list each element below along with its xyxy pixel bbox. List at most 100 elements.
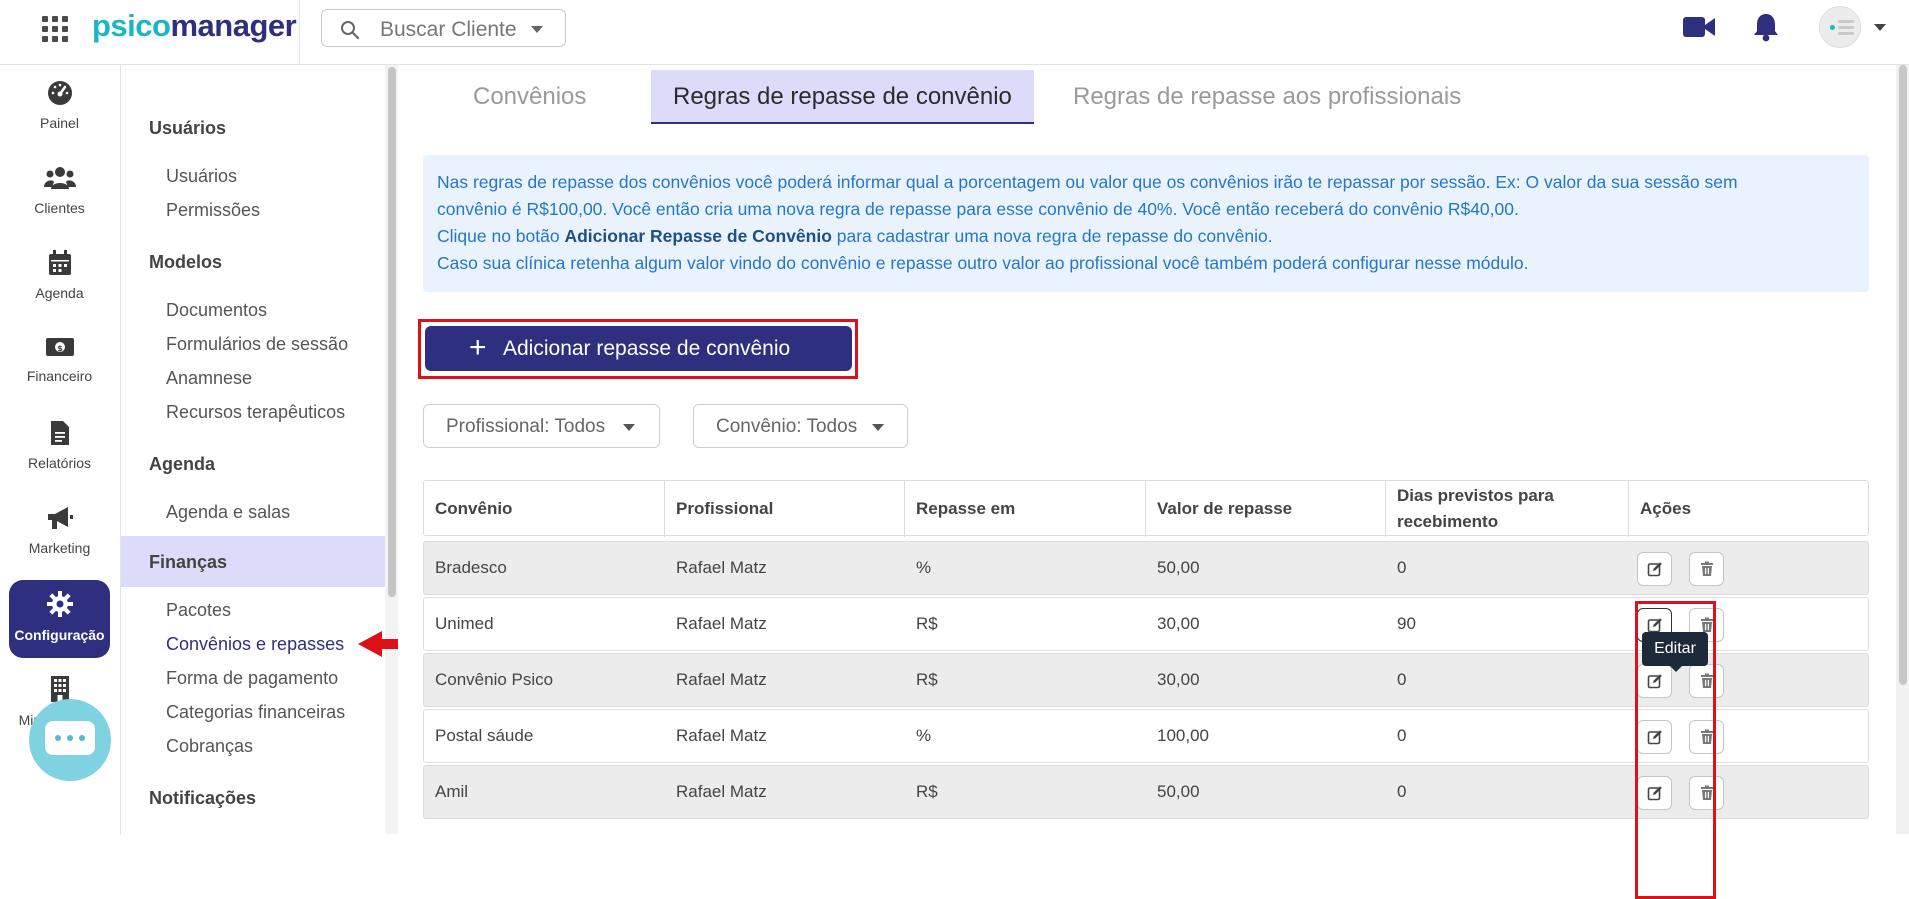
video-camera-icon[interactable] [1682, 14, 1716, 40]
submenu-link-anamnese[interactable]: Anamnese [166, 368, 252, 389]
app-logo[interactable]: psicomanager [92, 8, 297, 44]
tab-regras-repasse-profissionais[interactable]: Regras de repasse aos profissionais [1073, 70, 1461, 124]
delete-button[interactable] [1689, 552, 1724, 586]
cell-repasse-em: % [916, 558, 932, 577]
search-placeholder: Buscar Cliente [380, 18, 517, 41]
submenu-link-convenios-repasses[interactable]: Convênios e repasses [166, 634, 344, 655]
add-button-label: Adicionar repasse de convênio [503, 337, 791, 360]
svg-text:$: $ [57, 344, 63, 353]
chat-support-icon[interactable] [29, 699, 111, 781]
table-row: Bradesco Rafael Matz% 50,00 0 [423, 541, 1869, 595]
submenu-link-agenda-salas[interactable]: Agenda e salas [166, 502, 290, 523]
bell-icon[interactable] [1752, 12, 1780, 42]
cell-dias-previstos: 0 [1397, 558, 1407, 577]
plus-icon: + [469, 331, 487, 364]
info-line: Caso sua clínica retenha algum valor vin… [437, 253, 1529, 273]
cell-repasse-em: R$ [916, 614, 938, 633]
edit-tooltip: Editar [1642, 632, 1708, 672]
top-bar: psicomanager Buscar Cliente [0, 0, 1909, 65]
col-header-profissional[interactable]: Profissional [665, 481, 905, 537]
chevron-down-icon [623, 424, 635, 431]
cell-valor-repasse: 50,00 [1157, 558, 1200, 577]
submenu-link-permissoes[interactable]: Permissões [166, 200, 260, 221]
nav-clientes[interactable]: Clientes [9, 155, 110, 233]
submenu-scroll-thumb[interactable] [388, 67, 396, 597]
chevron-down-icon [531, 26, 543, 33]
cell-valor-repasse: 30,00 [1157, 614, 1200, 633]
cell-valor-repasse: 30,00 [1157, 670, 1200, 689]
cell-convenio: Unimed [435, 614, 494, 633]
nav-marketing[interactable]: Marketing [9, 495, 110, 573]
table-header: Convênio Profissional Repasse em Valor d… [423, 480, 1869, 537]
main-content: Convênios Regras de repasse de convênio … [398, 65, 1895, 899]
cell-profissional: Rafael Matz [676, 558, 767, 577]
submenu-link-pacotes[interactable]: Pacotes [166, 600, 231, 621]
add-repasse-convenio-button[interactable]: + Adicionar repasse de convênio [425, 326, 852, 371]
section-title-financas: Finanças [149, 552, 228, 572]
gear-icon [46, 591, 73, 617]
nav-relatorios[interactable]: Relatórios [9, 410, 110, 488]
col-header-convenio[interactable]: Convênio [424, 481, 665, 537]
cell-convenio: Amil [435, 782, 469, 801]
chevron-down-icon[interactable] [1874, 24, 1886, 31]
cell-profissional: Rafael Matz [676, 782, 767, 801]
submenu-link-cobrancas[interactable]: Cobranças [166, 736, 253, 757]
cell-profissional: Rafael Matz [676, 726, 767, 745]
tab-convenios[interactable]: Convênios [473, 70, 586, 124]
nav-financeiro[interactable]: $ Financeiro [9, 325, 110, 403]
section-title-usuarios: Usuários [149, 118, 227, 138]
submenu-link-formularios-sessao[interactable]: Formulários de sessão [166, 334, 348, 355]
submenu-link-recursos-terapeuticos[interactable]: Recursos terapêuticos [166, 402, 345, 423]
section-title-notificacoes: Notificações [149, 788, 257, 808]
col-header-repasse-em[interactable]: Repasse em [905, 481, 1146, 537]
cell-profissional: Rafael Matz [676, 670, 767, 689]
info-line: Nas regras de repasse dos convênios você… [437, 172, 1738, 192]
cell-convenio: Bradesco [435, 558, 507, 577]
info-line: Clique no botão Adicionar Repasse de Con… [437, 226, 1273, 246]
submenu-link-forma-pagamento[interactable]: Forma de pagamento [166, 668, 338, 689]
cell-repasse-em: R$ [916, 670, 938, 689]
cell-dias-previstos: 0 [1397, 726, 1407, 745]
tab-bar: Convênios Regras de repasse de convênio … [398, 65, 1895, 125]
avatar[interactable] [1819, 6, 1861, 48]
section-title-agenda: Agenda [149, 454, 216, 474]
nav-painel[interactable]: Painel [9, 70, 110, 148]
submenu-link-categorias-financeiras[interactable]: Categorias financeiras [166, 702, 345, 723]
divider [299, 0, 300, 65]
trash-icon [1701, 561, 1713, 576]
tab-regras-repasse-convenio[interactable]: Regras de repasse de convênio [651, 70, 1034, 124]
col-header-dias-previstos[interactable]: Dias previstos para recebimento [1386, 481, 1629, 537]
cell-dias-previstos: 90 [1397, 614, 1416, 633]
document-icon [50, 421, 69, 445]
cell-valor-repasse: 100,00 [1157, 726, 1209, 745]
submenu-link-usuarios[interactable]: Usuários [166, 166, 237, 187]
cell-convenio: Convênio Psico [435, 670, 554, 689]
nav-agenda[interactable]: Agenda [9, 240, 110, 318]
search-client-select[interactable]: Buscar Cliente [321, 9, 566, 47]
cell-convenio: Postal sáude [435, 726, 534, 745]
submenu-link-documentos[interactable]: Documentos [166, 300, 267, 321]
filter-profissional[interactable]: Profissional: Todos [423, 404, 660, 448]
settings-submenu: Usuários Usuários Permissões Modelos Doc… [121, 65, 398, 834]
cell-profissional: Rafael Matz [676, 614, 767, 633]
apps-grid-icon[interactable] [42, 16, 68, 42]
edit-icon [1647, 562, 1662, 577]
users-icon [43, 167, 76, 189]
megaphone-icon [47, 507, 73, 529]
col-header-valor-repasse[interactable]: Valor de repasse [1146, 481, 1386, 537]
edit-button[interactable] [1637, 552, 1672, 586]
cell-dias-previstos: 0 [1397, 782, 1407, 801]
section-title-modelos: Modelos [149, 252, 223, 272]
chevron-down-icon [872, 424, 884, 431]
filter-convenio[interactable]: Convênio: Todos [693, 404, 908, 448]
dashboard-gauge-icon [47, 81, 72, 105]
page-scroll-thumb[interactable] [1899, 65, 1907, 685]
info-line: convênio é R$100,00. Você então cria uma… [437, 199, 1519, 219]
col-header-acoes: Ações [1640, 499, 1692, 518]
nav-configuracao[interactable]: Configuração [9, 580, 110, 658]
cell-valor-repasse: 50,00 [1157, 782, 1200, 801]
cell-repasse-em: % [916, 726, 932, 745]
page-scrollbar[interactable] [1896, 65, 1909, 834]
calendar-icon [48, 250, 71, 275]
info-alert: Nas regras de repasse dos convênios você… [423, 155, 1869, 292]
